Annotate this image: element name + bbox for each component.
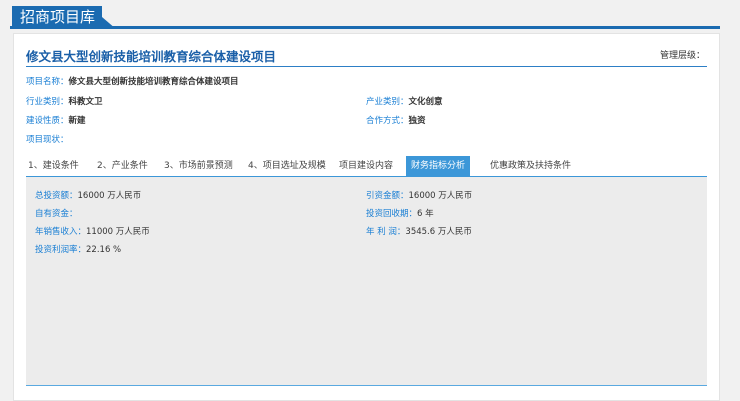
tab-bar: 1、建设条件 2、产业条件 3、市场前景预测 4、项目选址及规模 项目建设内容 …: [26, 156, 707, 176]
header-strip: 招商项目库: [0, 0, 740, 30]
management-level-label: 管理层级：: [659, 51, 705, 61]
project-panel: 修文县大型创新技能培训教育综合体建设项目 管理层级： 项目名称：修文县大型创新技…: [13, 33, 720, 401]
field-industry: 行业类别：科教文卫: [26, 95, 103, 107]
field-label: 年销售收入：: [35, 227, 87, 237]
tab-build-conditions[interactable]: 1、建设条件: [28, 156, 79, 176]
field-value: 16000 万人民币: [77, 191, 142, 201]
field-value: 16000 万人民币: [408, 191, 473, 201]
finance-total-investment: 总投资额：16000 万人民币: [35, 189, 141, 201]
field-label: 年 利 润：: [366, 227, 406, 237]
field-value: 修文县大型创新技能培训教育综合体建设项目: [68, 77, 239, 87]
field-label: 投资回收期：: [366, 209, 418, 219]
field-label: 自有资金：: [35, 209, 78, 219]
header-underline: [10, 26, 720, 29]
finance-annual-profit: 年 利 润：3545.6 万人民币: [366, 225, 472, 237]
field-value: 新建: [68, 116, 86, 126]
field-value: 11000 万人民币: [86, 227, 150, 237]
tab-market-forecast[interactable]: 3、市场前景预测: [164, 156, 233, 176]
tab-preferential-policy[interactable]: 优惠政策及扶持条件: [490, 156, 571, 176]
field-label: 引资金额：: [366, 191, 409, 201]
field-value: 独资: [408, 116, 426, 126]
field-value: 3545.6 万人民币: [405, 227, 472, 237]
field-label: 总投资额：: [35, 191, 78, 201]
finance-profit-rate: 投资利润率：22.16 %: [35, 243, 121, 255]
field-product: 产业类别：文化创意: [366, 95, 443, 107]
field-label: 合作方式：: [366, 116, 409, 126]
project-title: 修文县大型创新技能培训教育综合体建设项目: [26, 49, 277, 64]
finance-annual-sales: 年销售收入：11000 万人民币: [35, 225, 150, 237]
tab-construction-content[interactable]: 项目建设内容: [339, 156, 393, 176]
field-coop: 合作方式：独资: [366, 114, 426, 126]
field-value: 22.16 %: [86, 245, 122, 255]
field-status: 项目现状：: [26, 133, 69, 145]
finance-payback-period: 投资回收期：6 年: [366, 207, 434, 219]
finance-self-funds: 自有资金：: [35, 207, 78, 219]
field-value: 科教文卫: [68, 97, 103, 107]
field-value: 6 年: [417, 209, 434, 219]
field-label: 项目现状：: [26, 135, 69, 145]
field-label: 建设性质：: [26, 116, 69, 126]
field-label: 投资利润率：: [35, 245, 87, 255]
field-label: 项目名称：: [26, 77, 69, 87]
field-value: 文化创意: [408, 97, 443, 107]
field-label: 产业类别：: [366, 97, 409, 107]
field-nature: 建设性质：新建: [26, 114, 86, 126]
field-label: 行业类别：: [26, 97, 69, 107]
tab-financial-analysis[interactable]: 财务指标分析: [406, 156, 471, 176]
field-project-name: 项目名称：修文县大型创新技能培训教育综合体建设项目: [26, 75, 239, 87]
tab-industry-conditions[interactable]: 2、产业条件: [97, 156, 148, 176]
tab-site-scale[interactable]: 4、项目选址及规模: [248, 156, 326, 176]
financial-info-box: 总投资额：16000 万人民币 引资金额：16000 万人民币 自有资金： 投资…: [26, 177, 707, 386]
title-divider: [26, 66, 707, 67]
finance-attract-amount: 引资金额：16000 万人民币: [366, 189, 472, 201]
